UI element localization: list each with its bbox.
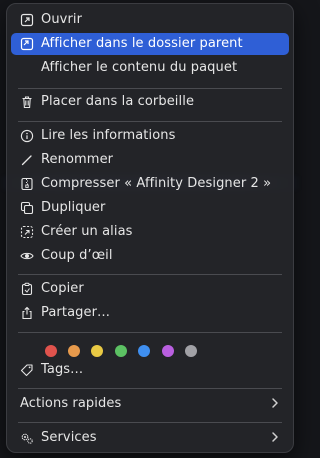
menu-item-label: Partager…: [41, 305, 111, 320]
menu-item-compress[interactable]: Compresser « Affinity Designer 2 »: [11, 173, 289, 195]
menu-item-duplicate[interactable]: Dupliquer: [11, 197, 289, 219]
menu-separator: [18, 388, 282, 389]
chevron-right-icon: [270, 396, 280, 410]
eye-icon: [20, 249, 34, 263]
menu-item-services[interactable]: Services: [11, 427, 289, 449]
share-icon: [20, 306, 34, 320]
menu-item-quick-actions[interactable]: Actions rapides: [11, 393, 289, 415]
chevron-right-icon: [270, 430, 280, 444]
menu-item-label: Dupliquer: [41, 200, 106, 215]
menu-item-make-alias[interactable]: Créer un alias: [11, 221, 289, 243]
tag-purple-dot[interactable]: [162, 345, 174, 357]
menu-item-label: Actions rapides: [20, 396, 122, 411]
menu-separator: [18, 274, 282, 275]
tag-gray-dot[interactable]: [185, 345, 197, 357]
alias-icon: [20, 225, 34, 239]
tag-orange-dot[interactable]: [68, 345, 80, 357]
menu-item-share[interactable]: Partager…: [11, 302, 289, 324]
info-icon: [20, 129, 34, 143]
menu-item-move-to-trash[interactable]: Placer dans la corbeille: [11, 91, 289, 113]
menu-separator: [18, 332, 282, 333]
archive-icon: [20, 177, 34, 191]
open-icon: [20, 13, 34, 27]
menu-item-show-package-contents[interactable]: Afficher le contenu du paquet: [11, 57, 289, 79]
menu-item-tags[interactable]: Tags…: [11, 359, 289, 381]
menu-item-label: Placer dans la corbeille: [41, 94, 195, 109]
menu-item-label: Coup d’œil: [41, 248, 113, 263]
tag-icon: [20, 363, 34, 377]
menu-item-label: Afficher le contenu du paquet: [41, 60, 238, 75]
menu-separator: [18, 121, 282, 122]
menu-item-label: Copier: [41, 281, 84, 296]
tag-red-dot[interactable]: [45, 345, 57, 357]
menu-separator: [18, 88, 282, 89]
folder-open-icon: [20, 37, 34, 51]
menu-item-label: Afficher dans le dossier parent: [41, 36, 243, 51]
menu-item-quick-look[interactable]: Coup d’œil: [11, 245, 289, 267]
clipboard-icon: [20, 282, 34, 296]
trash-icon: [20, 95, 34, 109]
pencil-icon: [20, 153, 34, 167]
gears-icon: [20, 431, 34, 445]
menu-item-label: Renommer: [41, 152, 114, 167]
menu-item-label: Ouvrir: [41, 12, 83, 27]
context-menu: Ouvrir Afficher dans le dossier parent A…: [6, 3, 294, 453]
tag-green-dot[interactable]: [115, 345, 127, 357]
menu-item-label: Créer un alias: [41, 224, 133, 239]
tag-yellow-dot[interactable]: [91, 345, 103, 357]
menu-item-open[interactable]: Ouvrir: [11, 9, 289, 31]
menu-item-copy[interactable]: Copier: [11, 278, 289, 300]
menu-separator: [18, 422, 282, 423]
menu-item-label: Services: [41, 430, 97, 445]
menu-item-rename[interactable]: Renommer: [11, 149, 289, 171]
menu-item-show-in-parent[interactable]: Afficher dans le dossier parent: [11, 33, 289, 55]
tag-blue-dot[interactable]: [138, 345, 150, 357]
menu-item-get-info[interactable]: Lire les informations: [11, 125, 289, 147]
menu-item-label: Compresser « Affinity Designer 2 »: [41, 176, 272, 191]
menu-item-label: Tags…: [41, 362, 84, 377]
duplicate-icon: [20, 201, 34, 215]
menu-item-label: Lire les informations: [41, 128, 176, 143]
